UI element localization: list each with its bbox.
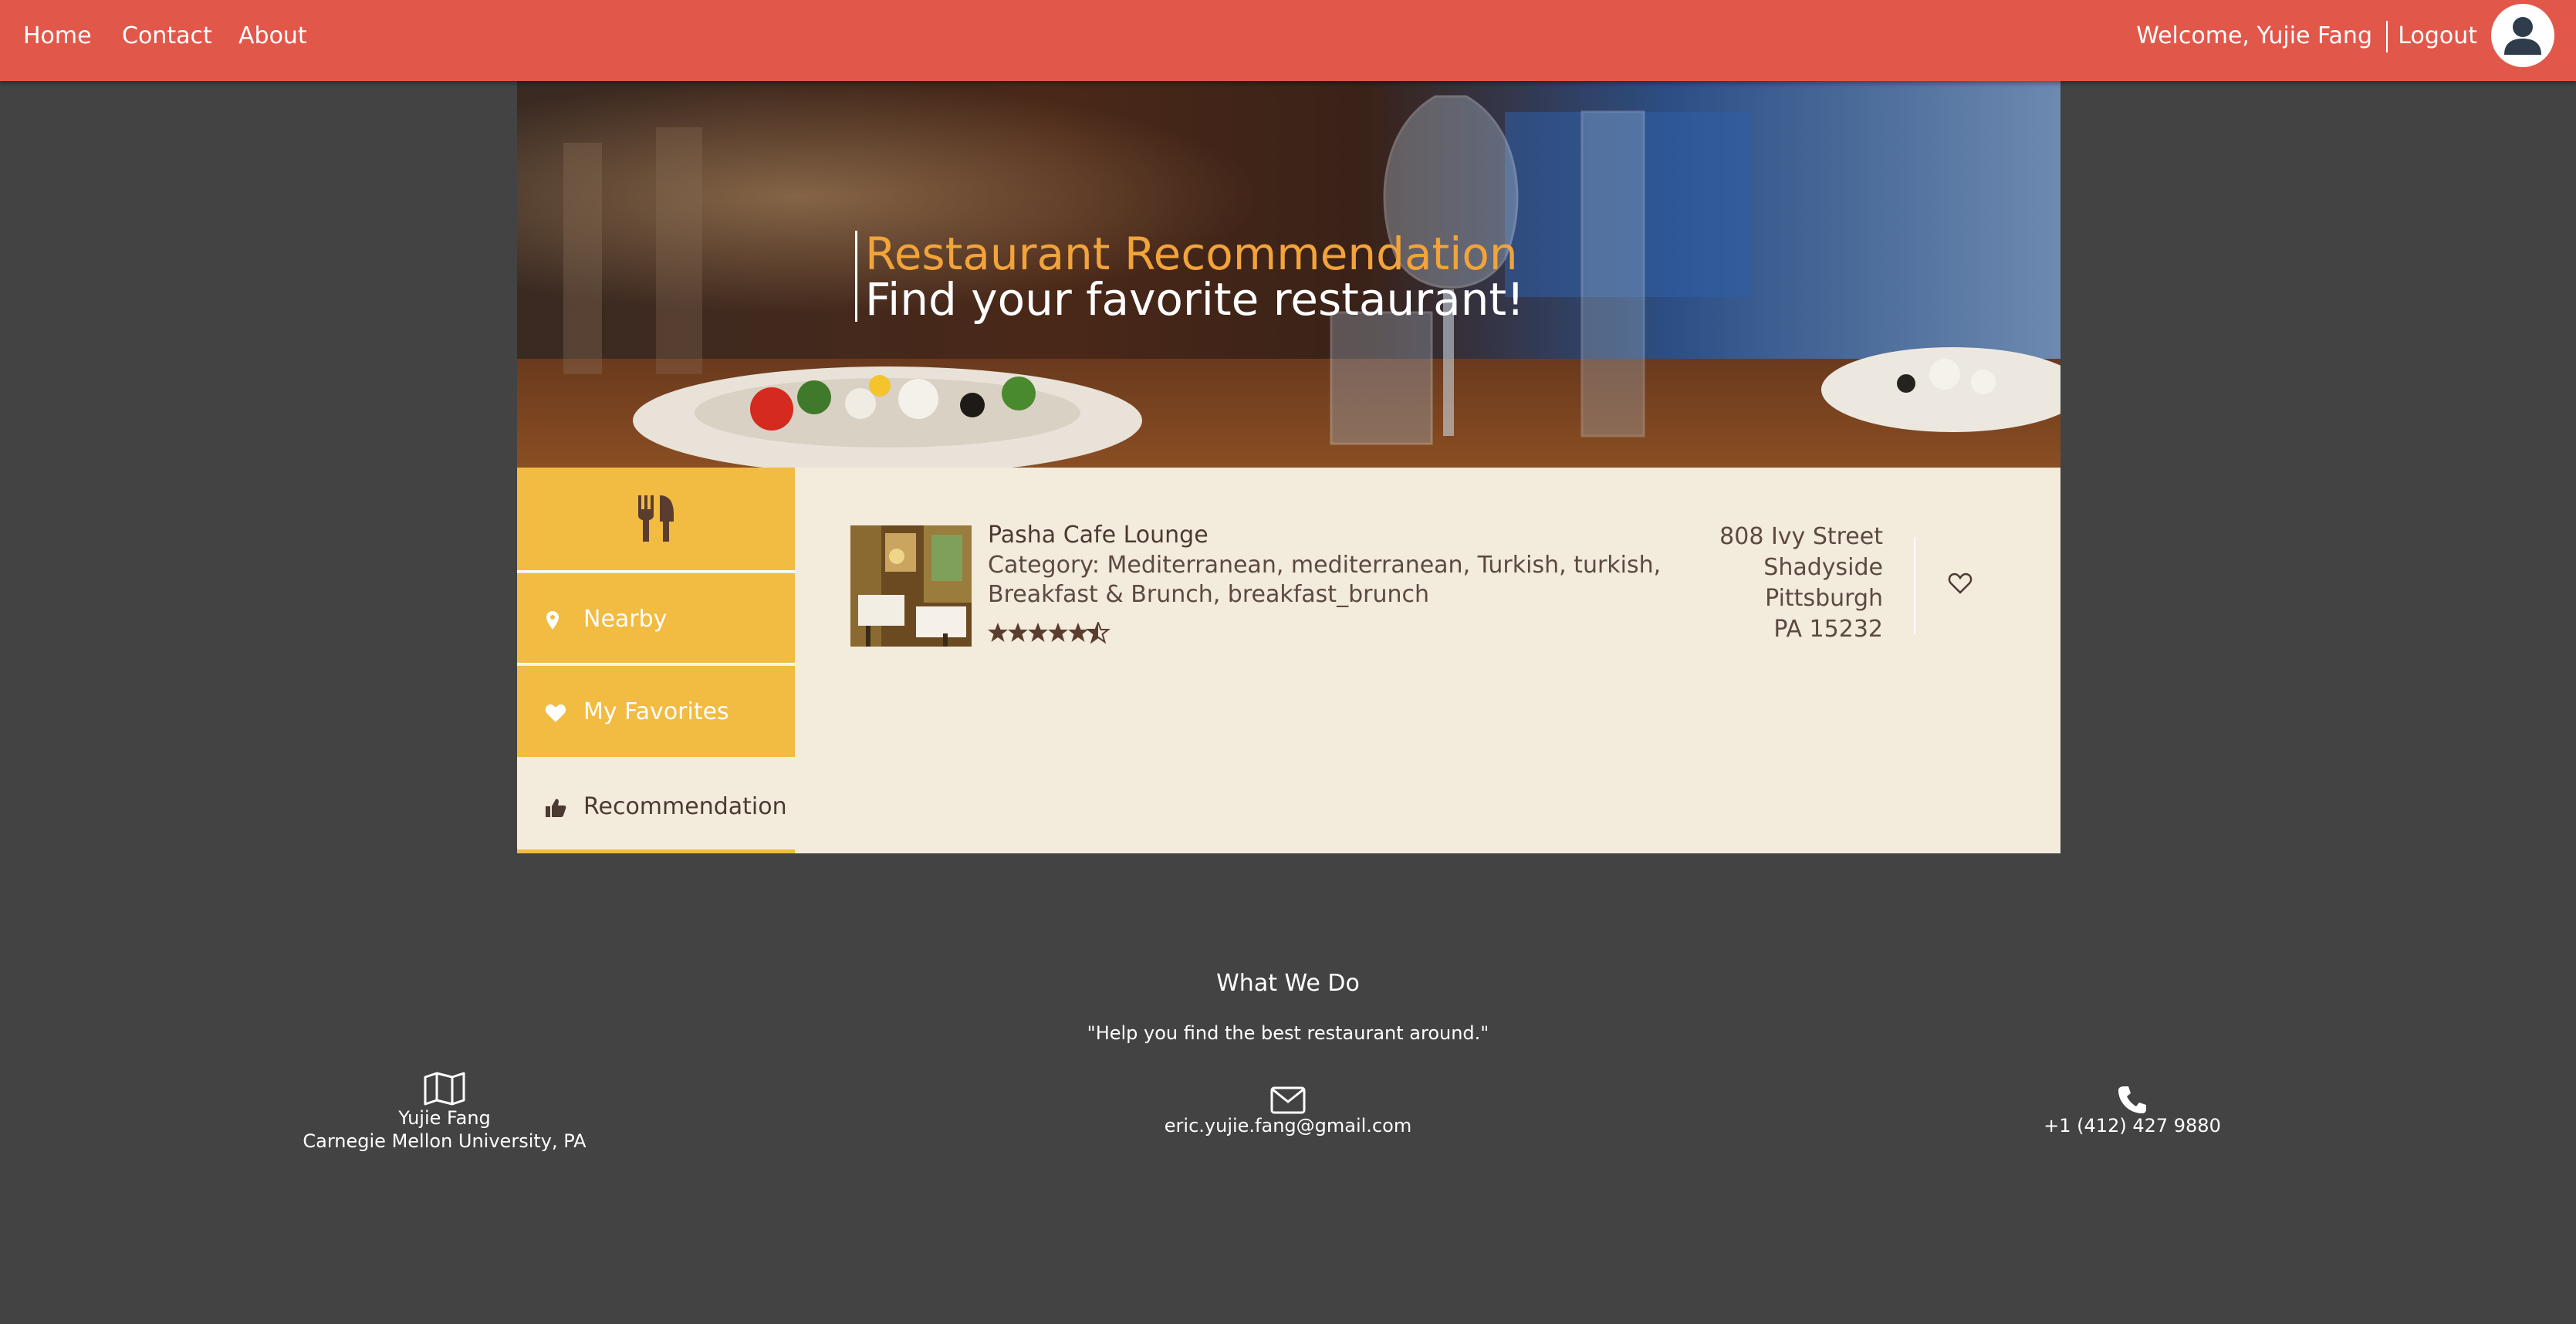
phone-icon [2118,1086,2146,1113]
star-half-icon [1086,620,1111,644]
star-full-icon [988,623,1008,642]
sidebar-item-recommendation[interactable]: Recommendation [517,757,795,853]
restaurant-thumbnail[interactable] [850,525,972,647]
logout-link[interactable]: Logout [2398,20,2477,52]
star-full-icon [1008,623,1028,642]
footer-email: eric.yujie.fang@gmail.com [1134,1086,1442,1137]
cutlery-icon [638,495,674,542]
footer-university: Carnegie Mellon University, PA [303,1130,587,1152]
address-line: Shadyside [1763,554,1883,581]
star-full-icon [1048,623,1068,642]
sidebar-item-label: Nearby [583,606,668,633]
nav-contact-link[interactable]: Contact [122,20,212,52]
divider [1914,537,1915,633]
hero-title: Restaurant Recommendation [865,228,1518,280]
footer-location: Yujie Fang Carnegie Mellon University, P… [290,1071,599,1153]
footer-phone-text[interactable]: +1 (412) 427 9880 [1978,1114,2287,1137]
rating-stars [988,620,1111,648]
sidebar-item-label: Recommendation [583,793,787,820]
sidebar-item-my-favorites[interactable]: My Favorites [517,666,795,757]
star-full-icon [1028,623,1048,642]
sidebar: Nearby My Favorites Recommendation [517,468,795,853]
address-line: Pittsburgh [1765,585,1883,612]
welcome-text: Welcome, Yujie Fang [2136,22,2372,49]
hero-banner: Restaurant Recommendation Find your favo… [517,81,2060,468]
favorite-heart-icon[interactable] [1948,572,1973,595]
nav-home-link[interactable]: Home [23,20,92,52]
user-avatar-icon[interactable] [2491,4,2554,67]
star-full-icon [1068,623,1088,642]
top-navbar: Home Contact About Welcome, Yujie Fang L… [0,0,2576,81]
envelope-icon [1270,1086,1306,1114]
restaurant-address: 808 Ivy Street Shadyside Pittsburgh PA 1… [1719,522,1883,645]
restaurant-category: Category: Mediterranean, mediterranean, … [988,552,1662,608]
map-icon [424,1072,465,1106]
sidebar-item-nearby[interactable]: Nearby [517,573,795,664]
results-panel: Pasha Cafe Lounge Category: Mediterranea… [795,468,2060,853]
footer-quote: "Help you find the best restaurant aroun… [1087,1022,1489,1044]
footer-title: What We Do [1216,970,1360,997]
address-line: 808 Ivy Street [1719,523,1883,550]
heart-icon [545,704,566,722]
hero-titles: Restaurant Recommendation Find your favo… [855,231,1524,322]
address-line: PA 15232 [1773,616,1883,643]
map-marker-icon [546,611,559,630]
sidebar-header [517,468,795,572]
thumbs-up-icon [546,799,566,817]
sidebar-item-label: My Favorites [583,698,729,725]
footer-phone: +1 (412) 427 9880 [1978,1085,2287,1137]
hero-subtitle: Find your favorite restaurant! [865,273,1525,326]
footer-name: Yujie Fang [398,1107,491,1129]
footer-email-text[interactable]: eric.yujie.fang@gmail.com [1134,1114,1442,1137]
restaurant-name[interactable]: Pasha Cafe Lounge [988,520,1209,551]
nav-divider [2386,21,2388,52]
nav-about-link[interactable]: About [238,20,307,52]
